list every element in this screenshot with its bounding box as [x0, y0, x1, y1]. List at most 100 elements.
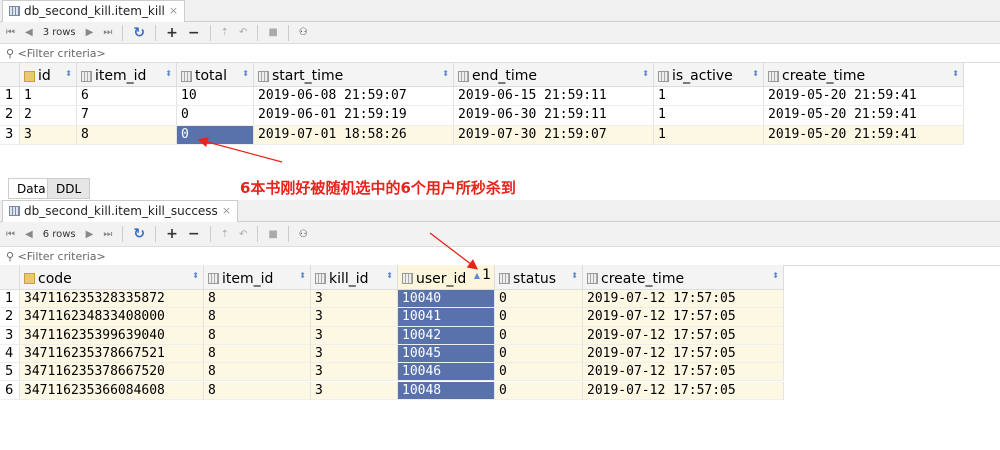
- stop-icon[interactable]: ■: [268, 229, 277, 240]
- table-cell[interactable]: 3: [311, 326, 398, 345]
- column-header-status[interactable]: status ⬍: [495, 265, 583, 290]
- row-number[interactable]: 1: [0, 87, 20, 107]
- tab-ddl[interactable]: DDL: [47, 178, 91, 199]
- row-number[interactable]: 3: [0, 326, 20, 345]
- first-page-icon[interactable]: ⏮: [6, 27, 15, 38]
- prev-page-icon[interactable]: ◀: [25, 27, 33, 38]
- column-header-id[interactable]: id ⬍: [20, 63, 77, 87]
- delete-row-icon[interactable]: −: [188, 226, 200, 242]
- sort-icon[interactable]: ⬍: [192, 271, 199, 280]
- table-cell[interactable]: 0: [495, 344, 583, 364]
- table-cell[interactable]: 8: [204, 290, 311, 309]
- row-number[interactable]: 6: [0, 381, 20, 400]
- sort-icon[interactable]: ⬍: [386, 271, 393, 280]
- table-cell[interactable]: 2019-05-20 21:59:41: [764, 87, 964, 107]
- table-cell[interactable]: 3: [20, 125, 77, 145]
- table-cell[interactable]: 347116235366084608: [20, 381, 204, 400]
- column-header-is_active[interactable]: is_active ⬍: [654, 63, 764, 87]
- delete-row-icon[interactable]: −: [188, 25, 200, 41]
- rows-count[interactable]: 6 rows: [43, 229, 76, 240]
- table-cell[interactable]: 7: [77, 106, 177, 126]
- add-row-icon[interactable]: +: [166, 25, 178, 41]
- bottom-filter[interactable]: ⚲ <Filter criteria>: [0, 247, 1000, 266]
- table-cell[interactable]: 10042: [398, 326, 495, 345]
- table-cell[interactable]: 8: [204, 308, 311, 327]
- prev-page-icon[interactable]: ◀: [25, 229, 33, 240]
- table-cell[interactable]: 347116235399639040: [20, 326, 204, 345]
- table-cell[interactable]: 2019-05-20 21:59:41: [764, 125, 964, 145]
- table-cell[interactable]: 0: [177, 106, 254, 126]
- sort-icon[interactable]: ▲: [474, 271, 480, 280]
- table-cell[interactable]: 0: [495, 381, 583, 400]
- table-cell[interactable]: 1: [654, 87, 764, 107]
- first-page-icon[interactable]: ⏮: [6, 229, 15, 240]
- table-cell[interactable]: 2019-06-30 21:59:11: [454, 106, 654, 126]
- column-header-total[interactable]: total ⬍: [177, 63, 254, 87]
- table-cell[interactable]: 1: [654, 106, 764, 126]
- table-cell[interactable]: 1: [20, 87, 77, 107]
- table-cell[interactable]: 3: [311, 290, 398, 309]
- column-header-code[interactable]: code ⬍: [20, 265, 204, 290]
- table-cell[interactable]: 8: [204, 344, 311, 364]
- sort-icon[interactable]: ⬍: [571, 271, 578, 280]
- table-cell[interactable]: 0: [177, 125, 254, 145]
- row-number[interactable]: 3: [0, 125, 20, 145]
- column-header-start_time[interactable]: start_time ⬍: [254, 63, 454, 87]
- table-cell[interactable]: 10045: [398, 344, 495, 364]
- table-cell[interactable]: 0: [495, 308, 583, 327]
- table-cell[interactable]: 2: [20, 106, 77, 126]
- table-cell[interactable]: 8: [204, 363, 311, 382]
- table-cell[interactable]: 3: [311, 381, 398, 400]
- table-cell[interactable]: 1: [654, 125, 764, 145]
- column-header-kill_id[interactable]: kill_id ⬍: [311, 265, 398, 290]
- table-cell[interactable]: 2019-07-12 17:57:05: [583, 381, 784, 400]
- table-cell[interactable]: 347116235378667520: [20, 363, 204, 382]
- row-number[interactable]: 5: [0, 363, 20, 382]
- table-cell[interactable]: 3: [311, 363, 398, 382]
- sort-icon[interactable]: ⬍: [442, 69, 449, 78]
- tab-item-kill-success[interactable]: db_second_kill.item_kill_success ×: [2, 200, 239, 222]
- refresh-icon[interactable]: ↻: [133, 226, 145, 242]
- sort-icon[interactable]: ⬍: [772, 271, 779, 280]
- last-page-icon[interactable]: ⏭: [103, 27, 112, 38]
- filter-input[interactable]: <Filter criteria>: [18, 250, 106, 263]
- table-cell[interactable]: 2019-07-01 18:58:26: [254, 125, 454, 145]
- table-cell[interactable]: 2019-07-12 17:57:05: [583, 344, 784, 364]
- sort-icon[interactable]: ⬍: [165, 69, 172, 78]
- table-cell[interactable]: 10046: [398, 363, 495, 382]
- table-cell[interactable]: 10048: [398, 381, 495, 400]
- submit-icon[interactable]: ⇡: [221, 229, 229, 240]
- table-cell[interactable]: 10041: [398, 308, 495, 327]
- sort-icon[interactable]: ⬍: [952, 69, 959, 78]
- column-header-create_time[interactable]: create_time ⬍: [583, 265, 784, 290]
- table-cell[interactable]: 347116235378667521: [20, 344, 204, 364]
- table-cell[interactable]: 0: [495, 326, 583, 345]
- table-cell[interactable]: 2019-05-20 21:59:41: [764, 106, 964, 126]
- table-cell[interactable]: 10040: [398, 290, 495, 309]
- table-cell[interactable]: 0: [495, 290, 583, 309]
- tab-item-kill[interactable]: db_second_kill.item_kill ×: [2, 0, 186, 22]
- add-row-icon[interactable]: +: [166, 226, 178, 242]
- column-header-create_time[interactable]: create_time ⬍: [764, 63, 964, 87]
- refresh-icon[interactable]: ↻: [133, 25, 145, 41]
- sort-icon[interactable]: ⬍: [752, 69, 759, 78]
- table-cell[interactable]: 347116235328335872: [20, 290, 204, 309]
- stop-icon[interactable]: ■: [268, 27, 277, 38]
- next-page-icon[interactable]: ▶: [86, 229, 94, 240]
- table-cell[interactable]: 2019-07-12 17:57:05: [583, 308, 784, 327]
- table-cell[interactable]: 2019-07-30 21:59:07: [454, 125, 654, 145]
- sort-icon[interactable]: ⬍: [642, 69, 649, 78]
- table-cell[interactable]: 3: [311, 344, 398, 364]
- next-page-icon[interactable]: ▶: [86, 27, 94, 38]
- revert-icon[interactable]: ↶: [239, 27, 247, 38]
- table-cell[interactable]: 8: [204, 381, 311, 400]
- table-cell[interactable]: 2019-06-15 21:59:11: [454, 87, 654, 107]
- table-cell[interactable]: 8: [204, 326, 311, 345]
- submit-icon[interactable]: ⇡: [221, 27, 229, 38]
- sort-icon[interactable]: ⬍: [242, 69, 249, 78]
- table-cell[interactable]: 2019-07-12 17:57:05: [583, 363, 784, 382]
- column-header-user_id[interactable]: user_id ▲ 1: [398, 265, 495, 290]
- table-cell[interactable]: 2019-07-12 17:57:05: [583, 326, 784, 345]
- close-icon[interactable]: ×: [169, 4, 178, 17]
- table-cell[interactable]: 10: [177, 87, 254, 107]
